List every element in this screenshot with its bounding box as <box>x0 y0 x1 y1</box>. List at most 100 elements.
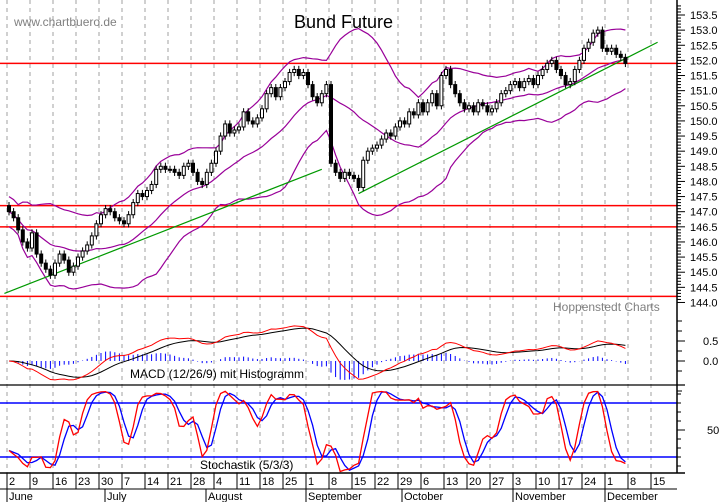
candle-down <box>329 84 333 164</box>
candle-down <box>315 96 320 104</box>
candle-down <box>16 217 21 231</box>
candle-up <box>292 68 297 73</box>
candle-down <box>163 165 168 170</box>
candle-down <box>273 87 278 98</box>
candle-up <box>582 47 586 61</box>
candle-up <box>126 214 131 225</box>
price-axis-label: 153.5 <box>690 10 718 22</box>
price-axis-label: 149.0 <box>690 146 718 158</box>
candle-up <box>526 78 531 83</box>
candle-up <box>508 84 513 92</box>
candle-down <box>411 111 416 116</box>
candle-down <box>338 171 343 179</box>
bund-future-chart: 153.5153.0152.5152.0151.5151.0150.5150.0… <box>0 0 719 502</box>
candle-up <box>536 75 540 86</box>
candle-down <box>7 205 11 213</box>
candle-down <box>457 93 462 104</box>
candle-up <box>218 135 223 152</box>
date-label: 9 <box>32 476 38 488</box>
candle-up <box>572 68 577 83</box>
candle-down <box>306 71 310 86</box>
candle-up <box>407 111 412 125</box>
candle-up <box>57 253 62 264</box>
date-label: 23 <box>78 476 90 488</box>
month-label: September <box>308 491 362 502</box>
macd-panel <box>8 325 626 381</box>
stochastic-label: Stochastik (5/3/3) <box>200 458 293 472</box>
date-label: 16 <box>55 476 67 488</box>
candle-down <box>421 102 425 113</box>
candle-up <box>186 162 191 167</box>
candle-up <box>85 244 90 252</box>
candle-up <box>223 123 228 137</box>
date-label: 11 <box>239 476 250 488</box>
date-label: 21 <box>170 476 182 488</box>
price-axis-label: 151.0 <box>690 86 718 98</box>
date-label: 8 <box>630 476 636 488</box>
candle-up <box>416 102 421 116</box>
price-axis-label: 145.5 <box>690 252 718 264</box>
candle-down <box>448 68 453 86</box>
stochastic-axis-label: 50 <box>707 425 719 437</box>
candle-down <box>227 123 232 134</box>
candle-up <box>494 102 499 110</box>
candle-down <box>563 75 568 86</box>
candle-down <box>434 93 439 107</box>
month-label: October <box>404 491 443 502</box>
candle-up <box>264 93 269 110</box>
candle-down <box>554 59 559 70</box>
horizontal-levels <box>0 62 677 298</box>
date-label: 1 <box>308 476 314 488</box>
date-label: 24 <box>584 476 596 488</box>
candle-down <box>66 259 71 273</box>
candle-up <box>99 214 103 225</box>
candle-down <box>39 253 44 264</box>
price-axis-label: 144.0 <box>690 297 718 309</box>
candle-down <box>347 171 352 176</box>
candle-up <box>513 81 517 86</box>
candle-up <box>214 150 218 164</box>
candle-up <box>89 235 94 246</box>
credit-label: Hoppenstedt Charts <box>553 300 660 314</box>
bollinger-bands <box>8 27 626 290</box>
candle-up <box>237 126 241 131</box>
date-label: 15 <box>653 476 665 488</box>
candle-up <box>393 126 398 137</box>
date-label: 15 <box>354 476 366 488</box>
candle-down <box>191 162 195 173</box>
month-label: June <box>9 491 33 502</box>
candle-down <box>177 171 182 176</box>
candle-up <box>577 59 582 70</box>
candle-up <box>476 102 481 113</box>
candle-down <box>117 217 122 222</box>
candle-down <box>614 47 619 55</box>
candle-down <box>112 211 117 219</box>
watermark: www.chartbuero.de <box>13 15 117 29</box>
price-axis-label: 147.5 <box>690 192 718 204</box>
candle-up <box>269 87 274 95</box>
candle-up <box>540 68 545 77</box>
candle-down <box>356 177 361 188</box>
price-axis-label: 148.5 <box>690 161 718 173</box>
price-axis-label: 151.5 <box>690 71 718 83</box>
candle-down <box>296 68 301 77</box>
candle-up <box>241 111 246 128</box>
candle-up <box>301 71 306 77</box>
candle-down <box>200 180 205 185</box>
date-label: 10 <box>538 476 550 488</box>
price-axis-label: 146.0 <box>690 237 718 249</box>
candle-up <box>76 256 80 267</box>
price-axis-label: 145.0 <box>690 267 718 279</box>
candle-up <box>94 223 99 237</box>
candle-up <box>503 90 508 95</box>
candle-up <box>287 71 292 83</box>
candle-up <box>135 193 140 204</box>
candle-up <box>361 159 366 188</box>
date-label: 6 <box>423 476 429 488</box>
candle-down <box>140 193 145 198</box>
candle-down <box>600 29 605 49</box>
date-label: 28 <box>193 476 205 488</box>
date-label: 4 <box>216 476 222 488</box>
candle-up <box>398 120 402 128</box>
trend-line <box>358 41 658 195</box>
